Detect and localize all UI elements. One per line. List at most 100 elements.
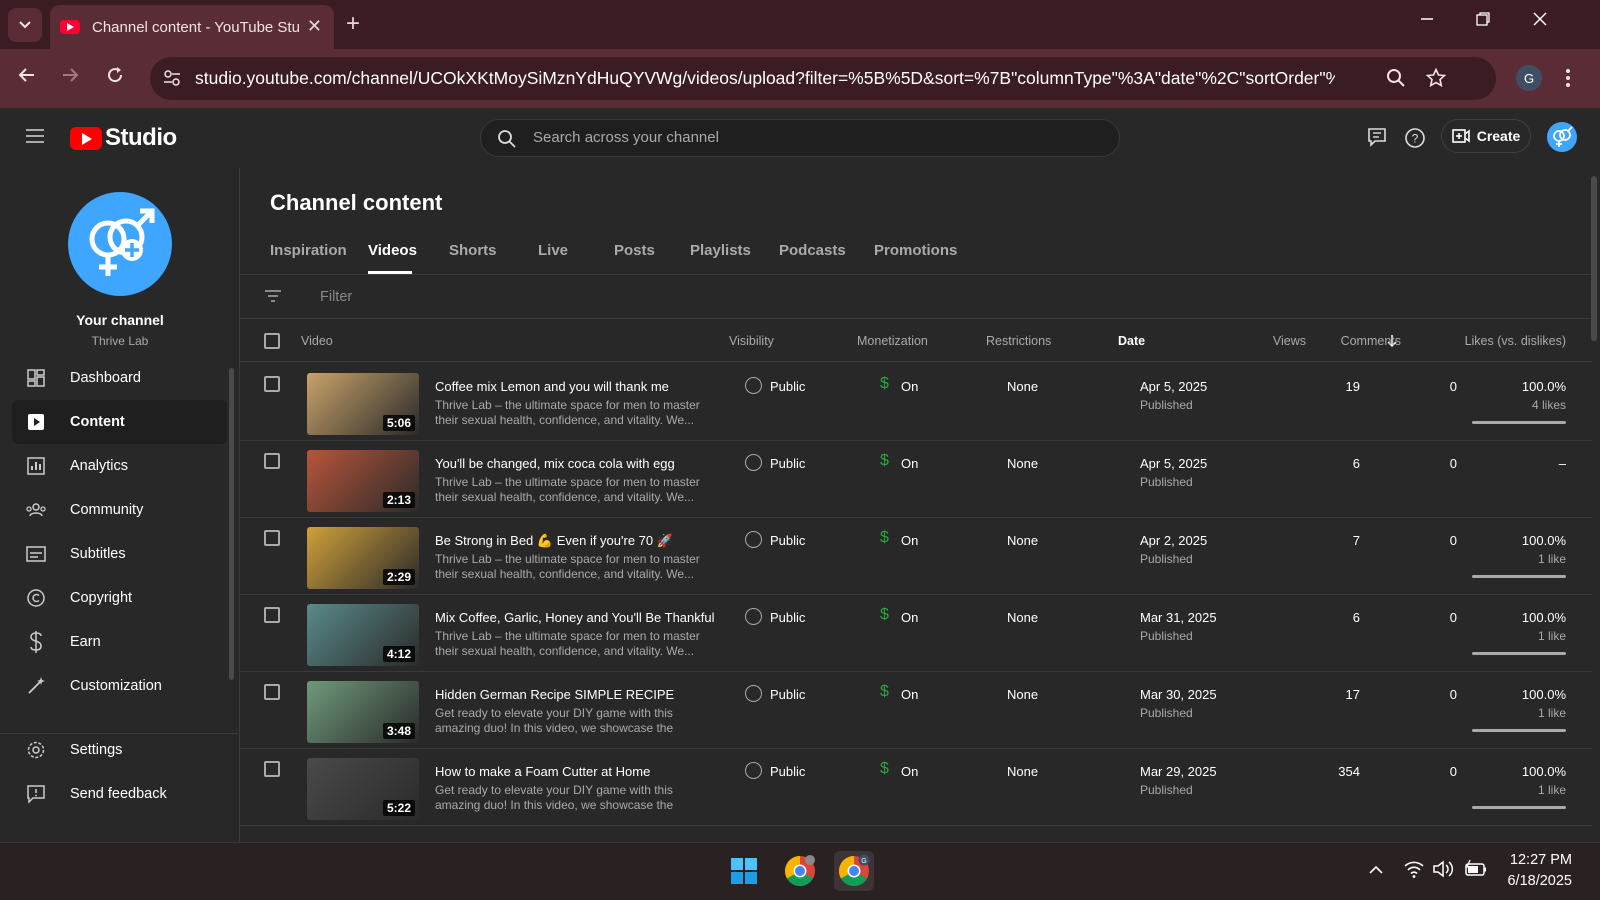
monetization-value[interactable]: On — [901, 687, 918, 702]
browser-profile-avatar[interactable]: G — [1516, 65, 1542, 91]
tab-podcasts[interactable]: Podcasts — [779, 242, 846, 259]
chrome-profile-taskbar-icon[interactable]: G — [834, 851, 874, 891]
new-tab-button[interactable]: + — [346, 10, 360, 38]
menu-icon[interactable] — [26, 129, 44, 143]
taskbar-time[interactable]: 12:27 PM — [1510, 852, 1572, 868]
video-thumbnail[interactable]: 2:29 — [307, 527, 419, 589]
table-row[interactable]: 5:06 Coffee mix Lemon and you will thank … — [240, 363, 1592, 441]
restore-button[interactable] — [1463, 10, 1503, 31]
youtube-studio-logo[interactable]: Studio — [70, 124, 177, 152]
taskbar-date[interactable]: 6/18/2025 — [1507, 873, 1572, 889]
channel-avatar[interactable] — [68, 192, 172, 296]
main-scrollbar[interactable] — [1591, 176, 1597, 341]
sidebar-item-copyright[interactable]: Copyright — [12, 576, 227, 620]
video-title[interactable]: Mix Coffee, Garlic, Honey and You'll Be … — [435, 610, 715, 625]
sidebar-item-earn[interactable]: Earn — [12, 620, 227, 664]
row-checkbox[interactable] — [264, 607, 280, 623]
search-input[interactable]: Search across your channel — [480, 119, 1120, 157]
table-row[interactable]: 2:13 You'll be changed, mix coca cola wit… — [240, 440, 1592, 518]
tab-posts[interactable]: Posts — [614, 242, 655, 259]
create-button[interactable]: Create — [1441, 119, 1531, 153]
column-monetization[interactable]: Monetization — [857, 334, 928, 348]
column-views[interactable]: Views — [1273, 334, 1306, 348]
select-all-checkbox[interactable] — [264, 333, 280, 349]
column-likes[interactable]: Likes (vs. dislikes) — [1465, 334, 1566, 348]
sidebar-item-dashboard[interactable]: Dashboard — [12, 356, 227, 400]
chrome-taskbar-icon[interactable] — [780, 851, 820, 891]
monetization-value[interactable]: On — [901, 610, 918, 625]
row-checkbox[interactable] — [264, 530, 280, 546]
visibility-value[interactable]: Public — [770, 764, 805, 779]
visibility-value[interactable]: Public — [770, 533, 805, 548]
table-row[interactable]: 2:29 Be Strong in Bed 💪 Even if you're 70… — [240, 517, 1592, 595]
sidebar-item-customization[interactable]: Customization — [12, 664, 227, 708]
table-row[interactable]: 5:22 How to make a Foam Cutter at Home Get… — [240, 748, 1592, 826]
column-date[interactable]: Date — [1118, 334, 1145, 348]
messages-icon[interactable] — [1367, 127, 1387, 147]
monetization-value[interactable]: On — [901, 764, 918, 779]
column-visibility[interactable]: Visibility — [729, 334, 774, 348]
tab-promotions[interactable]: Promotions — [874, 242, 957, 259]
monetization-value[interactable]: On — [901, 456, 918, 471]
close-window-button[interactable] — [1520, 10, 1560, 31]
visibility-value[interactable]: Public — [770, 379, 805, 394]
tab-playlists[interactable]: Playlists — [690, 242, 751, 259]
row-checkbox[interactable] — [264, 453, 280, 469]
tab-videos[interactable]: Videos — [368, 242, 417, 259]
column-comments[interactable]: Comments — [1341, 334, 1401, 348]
sidebar-item-analytics[interactable]: Analytics — [12, 444, 227, 488]
visibility-value[interactable]: Public — [770, 687, 805, 702]
tab-shorts[interactable]: Shorts — [449, 242, 497, 259]
monetization-value[interactable]: On — [901, 379, 918, 394]
video-thumbnail[interactable]: 5:22 — [307, 758, 419, 820]
volume-icon[interactable] — [1432, 859, 1454, 879]
account-avatar[interactable] — [1547, 122, 1577, 152]
filter-bar[interactable]: Filter — [240, 275, 1592, 319]
zoom-icon[interactable] — [1386, 68, 1406, 88]
chevron-up-icon[interactable] — [1368, 865, 1384, 875]
site-settings-icon[interactable] — [162, 68, 182, 88]
video-thumbnail[interactable]: 3:48 — [307, 681, 419, 743]
help-icon[interactable]: ? — [1404, 127, 1426, 149]
minimize-button[interactable] — [1407, 10, 1447, 31]
reload-button[interactable] — [100, 64, 130, 90]
sidebar-scrollbar[interactable] — [229, 368, 234, 680]
browser-tab[interactable]: Channel content - YouTube Stu ✕ — [50, 5, 334, 49]
tab-close-icon[interactable]: ✕ — [307, 16, 322, 37]
table-row[interactable]: 3:48 Hidden German Recipe SIMPLE RECIPE Ge… — [240, 671, 1592, 749]
row-checkbox[interactable] — [264, 761, 280, 777]
column-restrictions[interactable]: Restrictions — [986, 334, 1051, 348]
video-thumbnail[interactable]: 2:13 — [307, 450, 419, 512]
sidebar-item-settings[interactable]: Settings — [12, 728, 227, 772]
browser-menu-icon[interactable] — [1565, 68, 1571, 88]
address-bar[interactable]: studio.youtube.com/channel/UCOkXKtMoySiM… — [150, 57, 1496, 100]
visibility-value[interactable]: Public — [770, 456, 805, 471]
back-button[interactable] — [12, 64, 42, 90]
row-checkbox[interactable] — [264, 376, 280, 392]
video-thumbnail[interactable]: 4:12 — [307, 604, 419, 666]
tab-live[interactable]: Live — [538, 242, 568, 259]
video-title[interactable]: Hidden German Recipe SIMPLE RECIPE — [435, 687, 674, 702]
filter-input[interactable]: Filter — [320, 289, 352, 305]
video-thumbnail[interactable]: 5:06 — [307, 373, 419, 435]
sidebar-item-community[interactable]: Community — [12, 488, 227, 532]
filter-icon[interactable] — [264, 289, 282, 303]
sidebar-item-content[interactable]: Content — [12, 400, 227, 444]
battery-icon[interactable] — [1463, 859, 1487, 879]
row-checkbox[interactable] — [264, 684, 280, 700]
wifi-icon[interactable] — [1403, 859, 1425, 879]
windows-start-button[interactable] — [724, 851, 764, 891]
table-row[interactable]: 4:12 Mix Coffee, Garlic, Honey and You'll… — [240, 594, 1592, 672]
tab-inspiration[interactable]: Inspiration — [270, 242, 347, 259]
tab-search-button[interactable] — [8, 8, 42, 42]
video-title[interactable]: How to make a Foam Cutter at Home — [435, 764, 650, 779]
forward-button[interactable] — [55, 64, 85, 90]
visibility-value[interactable]: Public — [770, 610, 805, 625]
video-title[interactable]: Be Strong in Bed 💪 Even if you're 70 🚀 — [435, 533, 673, 549]
video-title[interactable]: Coffee mix Lemon and you will thank me — [435, 379, 669, 394]
sidebar-item-subtitles[interactable]: Subtitles — [12, 532, 227, 576]
video-title[interactable]: You'll be changed, mix coca cola with eg… — [435, 456, 675, 471]
bookmark-star-icon[interactable] — [1426, 68, 1446, 88]
sidebar-item-send-feedback[interactable]: Send feedback — [12, 772, 227, 816]
monetization-value[interactable]: On — [901, 533, 918, 548]
